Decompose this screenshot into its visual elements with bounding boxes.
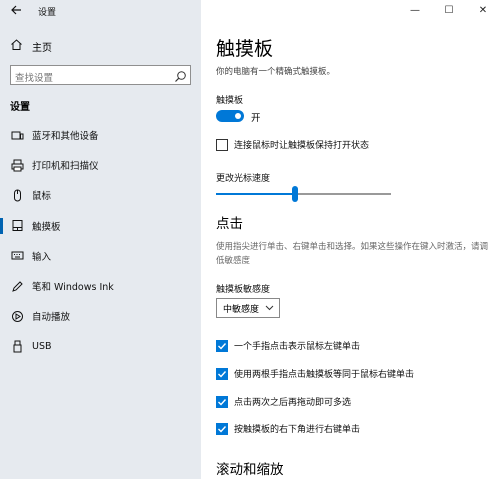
search-icon[interactable]: [174, 68, 187, 82]
tap-option-checkbox[interactable]: [216, 367, 228, 380]
sidebar-item-label: 笔和 Windows Ink: [32, 282, 114, 294]
search-box[interactable]: [10, 65, 191, 88]
sidebar-item-label: 打印机和扫描仪: [32, 161, 99, 173]
toggle-knob: [235, 113, 241, 119]
page-title: 触摸板: [216, 38, 274, 60]
main-panel: — ☐ ✕ 触摸板 你的电脑有一个精确式触摸板。 触摸板 开 连接鼠标时让触摸板…: [201, 0, 500, 479]
sidebar-item-touchpad[interactable]: 触摸板: [0, 211, 201, 241]
back-arrow-icon[interactable]: [10, 4, 24, 18]
toggle-state-text: 开: [251, 113, 261, 124]
pen-icon: [10, 279, 24, 293]
section-heading: 设置: [10, 102, 30, 113]
slider-fill: [216, 193, 295, 195]
maximize-button[interactable]: ☐: [432, 0, 466, 20]
checkbox-label: 连接鼠标时让触摸板保持打开状态: [234, 141, 370, 151]
window-controls: — ☐ ✕: [398, 0, 500, 20]
usb-icon: [10, 339, 24, 353]
sensitivity-label: 触摸板敏感度: [216, 285, 271, 295]
sidebar-item-pen[interactable]: 笔和 Windows Ink: [0, 271, 201, 301]
sidebar-item-usb[interactable]: USB: [0, 331, 201, 361]
sidebar-item-label: 输入: [32, 251, 52, 263]
sidebar-item-bluetooth[interactable]: 蓝牙和其他设备: [0, 120, 201, 150]
touchpad-toggle[interactable]: [216, 110, 244, 122]
home-icon: [10, 38, 24, 54]
sidebar-item-mouse[interactable]: 鼠标: [0, 180, 201, 210]
tap-option-row[interactable]: 一个手指点击表示鼠标左键单击: [216, 339, 360, 352]
mouse-icon: [10, 188, 24, 202]
tap-description: 使用指尖进行单击、右键单击和选择。如果这些操作在键入时激活，请调低敏感度: [216, 242, 489, 266]
sidebar-nav: 蓝牙和其他设备 打印机和扫描仪 鼠标 触摸板 输入 笔和 Windows Ink…: [0, 120, 201, 362]
close-button[interactable]: ✕: [466, 0, 500, 20]
sidebar-item-label: 自动播放: [32, 312, 71, 324]
sidebar-item-printers[interactable]: 打印机和扫描仪: [0, 150, 201, 180]
leave-on-checkbox[interactable]: [216, 138, 228, 151]
sensitivity-value: 中敏感度: [223, 304, 260, 315]
cursor-speed-slider[interactable]: [216, 186, 391, 202]
tap-option-checkbox[interactable]: [216, 395, 228, 408]
bluetooth-devices-icon: [10, 128, 24, 142]
page-subtitle: 你的电脑有一个精确式触摸板。: [216, 67, 336, 77]
cursor-speed-label: 更改光标速度: [216, 174, 271, 184]
sidebar-item-label: 蓝牙和其他设备: [32, 131, 99, 143]
sidebar-item-label: 触摸板: [32, 221, 61, 233]
sensitivity-dropdown[interactable]: 中敏感度: [216, 298, 280, 318]
sidebar: 设置 主页 设置 蓝牙和其他设备 打印机和扫描仪: [0, 0, 201, 479]
leave-on-checkbox-row[interactable]: 连接鼠标时让触摸板保持打开状态: [216, 138, 369, 151]
touchpad-toggle-label: 触摸板: [216, 96, 244, 106]
keyboard-icon: [10, 249, 24, 263]
checkbox-label: 按触摸板的右下角进行右键单击: [234, 425, 361, 435]
tap-option-row[interactable]: 使用两根手指点击触摸板等同于鼠标右键单击: [216, 367, 414, 380]
active-indicator: [0, 217, 3, 234]
autoplay-icon: [10, 309, 24, 323]
checkbox-label: 使用两根手指点击触摸板等同于鼠标右键单击: [234, 370, 415, 380]
scroll-zoom-heading: 滚动和缩放: [216, 462, 284, 478]
tap-option-checkbox[interactable]: [216, 339, 228, 352]
sidebar-item-label: USB: [32, 340, 52, 352]
checkbox-label: 点击两次之后再拖动即可多选: [234, 398, 352, 408]
search-input[interactable]: [11, 69, 161, 88]
window-title: 设置: [38, 8, 57, 18]
home-label: 主页: [32, 42, 52, 54]
sidebar-item-typing[interactable]: 输入: [0, 241, 201, 271]
sidebar-item-autoplay[interactable]: 自动播放: [0, 301, 201, 331]
sidebar-item-label: 鼠标: [32, 191, 52, 203]
tap-heading: 点击: [216, 216, 243, 232]
printer-icon: [10, 158, 24, 172]
minimize-button[interactable]: —: [398, 0, 432, 20]
checkbox-label: 一个手指点击表示鼠标左键单击: [234, 342, 361, 352]
chevron-down-icon: [265, 303, 274, 314]
tap-option-row[interactable]: 点击两次之后再拖动即可多选: [216, 395, 351, 408]
touchpad-icon: [10, 219, 24, 233]
slider-thumb[interactable]: [292, 186, 298, 202]
home-link[interactable]: 主页: [10, 38, 52, 54]
tap-option-checkbox[interactable]: [216, 422, 228, 435]
tap-option-row[interactable]: 按触摸板的右下角进行右键单击: [216, 422, 360, 435]
